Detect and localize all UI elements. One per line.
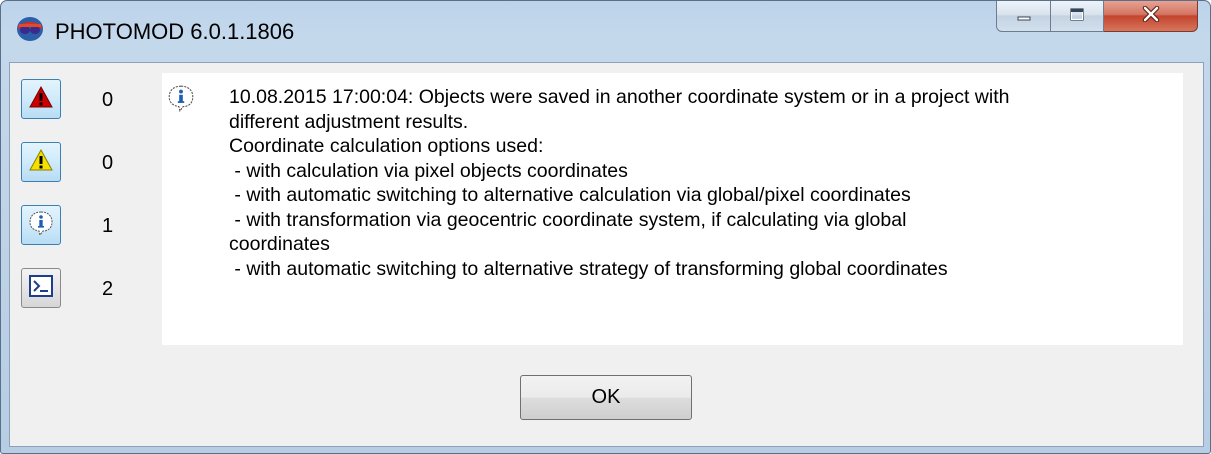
message-line: - with transformation via geocentric coo… [229, 208, 907, 231]
error-count: 0 [102, 89, 114, 111]
caption-buttons [996, 1, 1198, 35]
minimize-icon [1016, 7, 1032, 26]
console-icon [28, 274, 54, 302]
close-button[interactable] [1104, 1, 1198, 32]
message-list[interactable]: 10.08.2015 17:00:04: Objects were saved … [162, 73, 1183, 345]
photomod-app-icon [15, 14, 45, 44]
message-line: coordinates [229, 233, 330, 255]
info-icon [27, 209, 55, 241]
maximize-button[interactable] [1051, 1, 1104, 32]
message-line: 10.08.2015 17:00:04: Objects were saved … [229, 86, 1010, 108]
minimize-button[interactable] [996, 1, 1051, 32]
console-filter-button[interactable] [21, 268, 61, 308]
dialog-client-area: 0 0 1 2 10.08.2015 17:00:04: Objects wer… [9, 62, 1204, 447]
message-line: - with automatic switching to alternativ… [229, 257, 948, 280]
close-icon [1141, 5, 1161, 26]
error-filter-button[interactable] [21, 79, 61, 119]
title-bar[interactable]: PHOTOMOD 6.0.1.1806 [1, 1, 1210, 61]
message-line: - with calculation via pixel objects coo… [229, 159, 628, 182]
warning-triangle-icon [28, 148, 54, 176]
console-count: 2 [102, 278, 114, 300]
warning-count: 0 [102, 152, 114, 174]
error-triangle-icon [28, 85, 54, 113]
message-line: - with automatic switching to alternativ… [229, 184, 911, 206]
warning-filter-button[interactable] [21, 142, 61, 182]
info-count: 1 [102, 215, 114, 237]
dialog-window: PHOTOMOD 6.0.1.1806 0 0 1 2 10.08.2015 1… [0, 0, 1211, 454]
maximize-icon [1069, 7, 1085, 26]
message-line: different adjustment results. [229, 110, 469, 133]
info-icon [166, 83, 196, 113]
message-line: Coordinate calculation options used: [229, 135, 544, 157]
window-title: PHOTOMOD 6.0.1.1806 [55, 19, 295, 44]
ok-button[interactable]: OK [520, 375, 692, 420]
message-text: 10.08.2015 17:00:04: Objects were saved … [229, 85, 1179, 281]
info-filter-button[interactable] [21, 205, 61, 245]
